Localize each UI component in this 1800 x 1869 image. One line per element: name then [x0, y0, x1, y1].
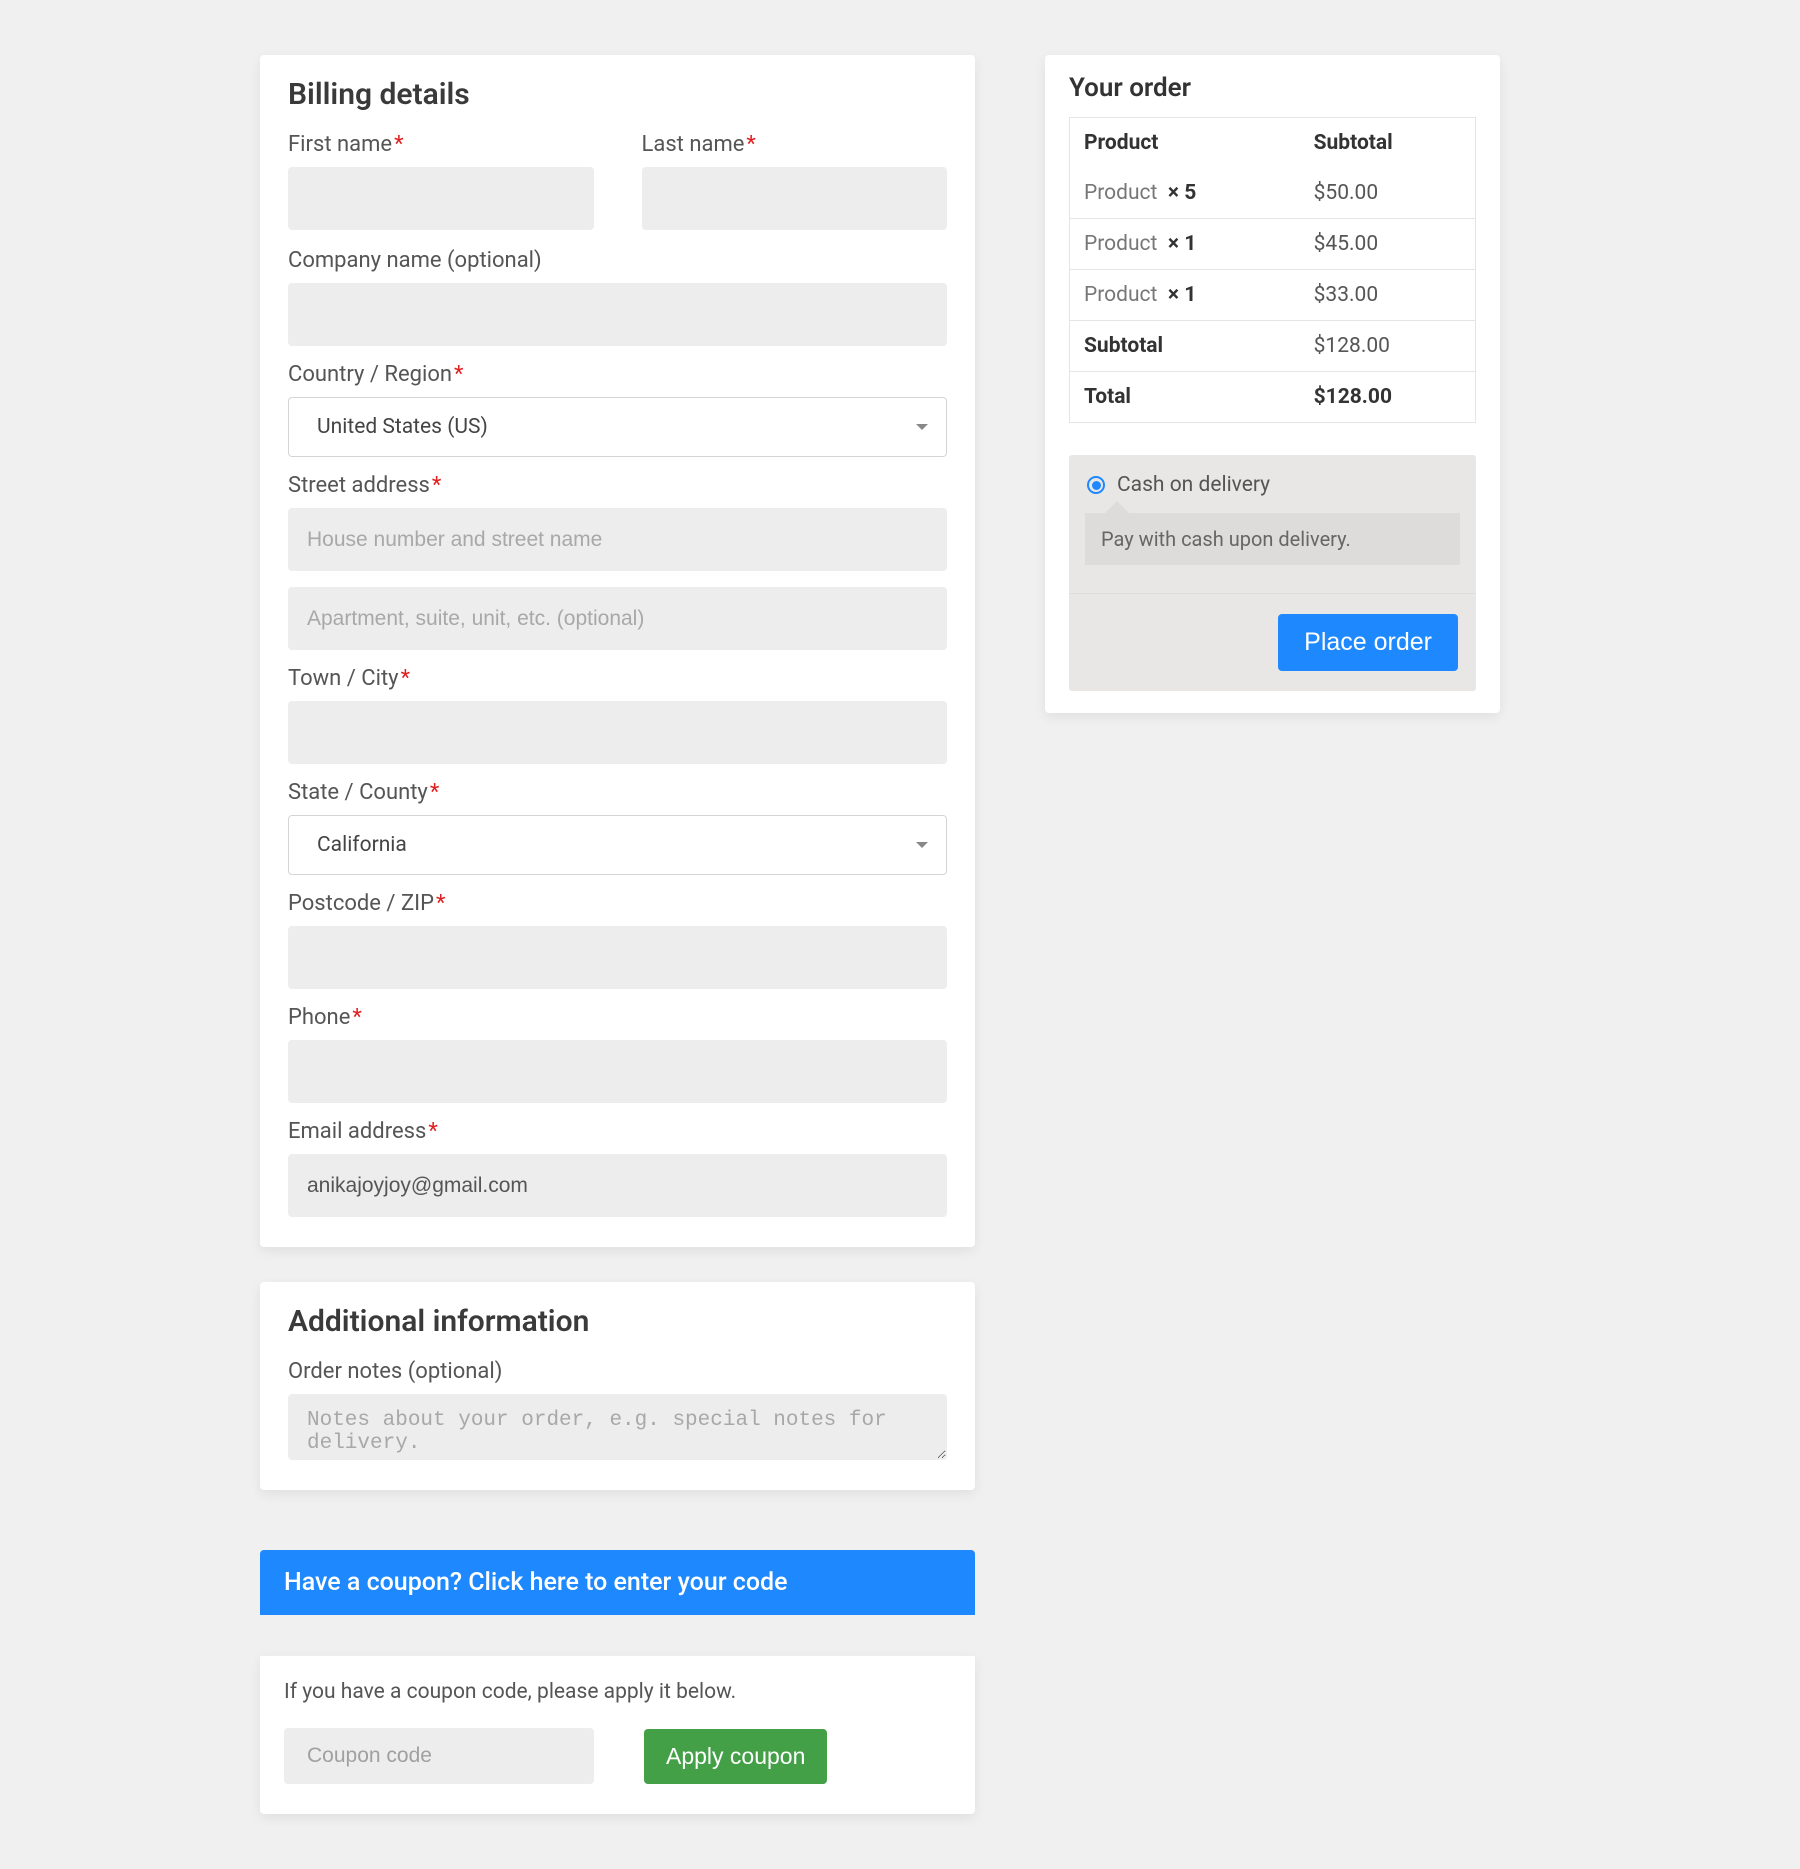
country-label: Country / Region*	[288, 362, 947, 387]
postcode-label: Postcode / ZIP*	[288, 891, 947, 916]
coupon-toggle-bar[interactable]: Have a coupon? Click here to enter your …	[260, 1550, 975, 1615]
payment-box: Cash on delivery Pay with cash upon deli…	[1069, 455, 1476, 691]
first-name-input[interactable]	[288, 167, 594, 230]
postcode-input[interactable]	[288, 926, 947, 989]
state-label: State / County*	[288, 780, 947, 805]
phone-label: Phone*	[288, 1005, 947, 1030]
order-notes-label: Order notes (optional)	[288, 1359, 947, 1384]
coupon-section: Have a coupon? Click here to enter your …	[260, 1550, 975, 1814]
additional-title: Additional information	[288, 1304, 947, 1339]
chevron-down-icon	[916, 424, 928, 430]
order-title: Your order	[1069, 73, 1476, 103]
last-name-input[interactable]	[642, 167, 948, 230]
total-row: Total $128.00	[1070, 372, 1476, 423]
order-col-subtotal: Subtotal	[1300, 118, 1476, 169]
table-row: Product × 1 $45.00	[1070, 219, 1476, 270]
city-label: Town / City*	[288, 666, 947, 691]
last-name-label: Last name*	[642, 132, 948, 157]
coupon-instructions: If you have a coupon code, please apply …	[284, 1680, 951, 1704]
chevron-down-icon	[916, 842, 928, 848]
phone-input[interactable]	[288, 1040, 947, 1103]
order-col-product: Product	[1070, 118, 1300, 169]
radio-icon	[1087, 476, 1105, 494]
email-label: Email address*	[288, 1119, 947, 1144]
order-table: Product Subtotal Product × 5 $50.00 Prod…	[1069, 117, 1476, 423]
additional-info-card: Additional information Order notes (opti…	[260, 1282, 975, 1490]
street1-input[interactable]	[288, 508, 947, 571]
city-input[interactable]	[288, 701, 947, 764]
table-row: Product × 1 $33.00	[1070, 270, 1476, 321]
order-notes-input[interactable]	[288, 1394, 947, 1460]
state-select[interactable]: California	[288, 815, 947, 875]
payment-option-cod[interactable]: Cash on delivery	[1069, 455, 1476, 497]
street-label: Street address*	[288, 473, 947, 498]
first-name-label: First name*	[288, 132, 594, 157]
order-summary-card: Your order Product Subtotal Product × 5 …	[1045, 55, 1500, 713]
company-label: Company name (optional)	[288, 248, 947, 273]
billing-title: Billing details	[288, 77, 947, 112]
email-input[interactable]	[288, 1154, 947, 1217]
street2-input[interactable]	[288, 587, 947, 650]
coupon-code-input[interactable]	[284, 1728, 594, 1784]
subtotal-row: Subtotal $128.00	[1070, 321, 1476, 372]
payment-option-description: Pay with cash upon delivery.	[1085, 513, 1460, 565]
place-order-button[interactable]: Place order	[1278, 614, 1458, 671]
company-input[interactable]	[288, 283, 947, 346]
apply-coupon-button[interactable]: Apply coupon	[644, 1729, 827, 1784]
table-row: Product × 5 $50.00	[1070, 168, 1476, 219]
billing-details-card: Billing details First name* Last name* C…	[260, 55, 975, 1247]
country-select[interactable]: United States (US)	[288, 397, 947, 457]
